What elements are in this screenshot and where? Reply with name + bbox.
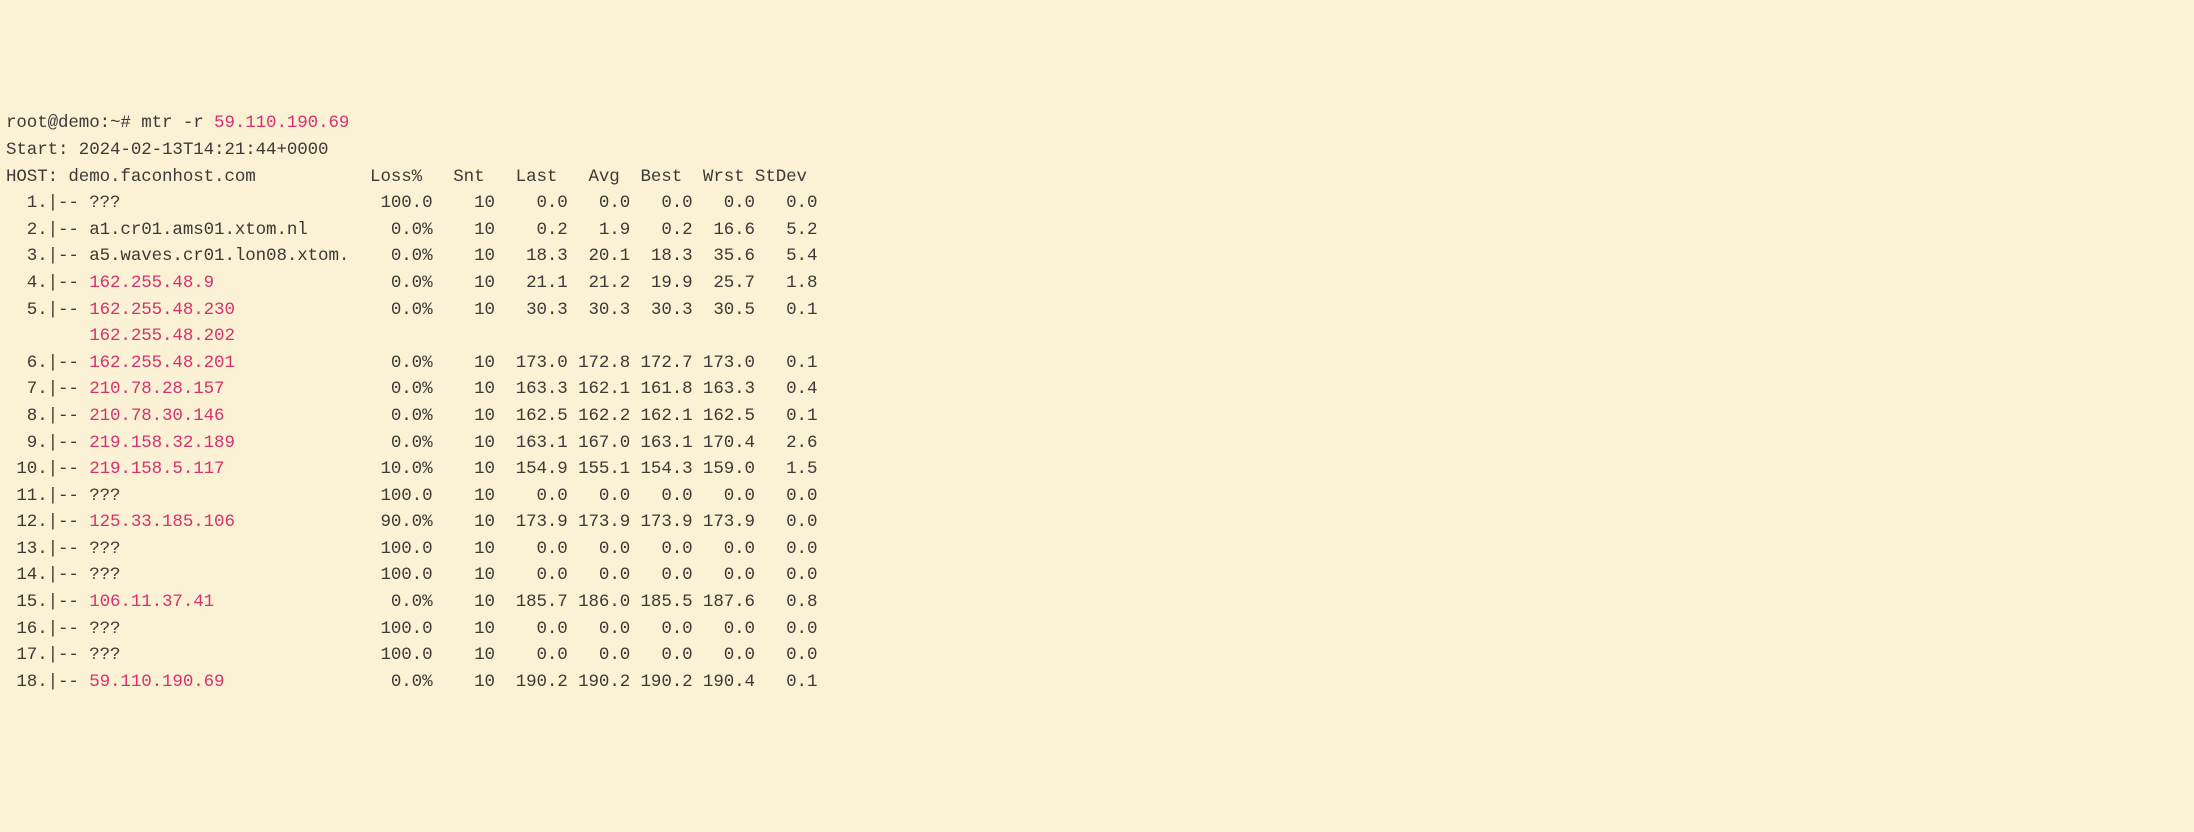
table-row: 7.|-- 210.78.28.157 0.0% 10 163.3 162.1 … xyxy=(6,376,2188,403)
table-row: 5.|-- 162.255.48.230 0.0% 10 30.3 30.3 3… xyxy=(6,297,2188,324)
hop-host-ip: 59.110.190.69 xyxy=(89,672,224,692)
hop-host-name: ??? xyxy=(89,193,120,213)
hop-host-ip: 162.255.48.230 xyxy=(89,300,235,320)
table-header: HOST: demo.faconhost.com Loss% Snt Last … xyxy=(6,164,2188,191)
hop-host-ip: 106.11.37.41 xyxy=(89,592,214,612)
table-row: 8.|-- 210.78.30.146 0.0% 10 162.5 162.2 … xyxy=(6,403,2188,430)
hop-host-ip: 219.158.5.117 xyxy=(89,459,224,479)
table-row: 6.|-- 162.255.48.201 0.0% 10 173.0 172.8… xyxy=(6,350,2188,377)
hop-host-ip: 162.255.48.201 xyxy=(89,353,235,373)
table-row: 16.|-- ??? 100.0 10 0.0 0.0 0.0 0.0 0.0 xyxy=(6,616,2188,643)
table-row: 1.|-- ??? 100.0 10 0.0 0.0 0.0 0.0 0.0 xyxy=(6,190,2188,217)
table-row: 13.|-- ??? 100.0 10 0.0 0.0 0.0 0.0 0.0 xyxy=(6,536,2188,563)
command-line: root@demo:~# mtr -r 59.110.190.69 xyxy=(6,110,2188,137)
hop-host-ip: 162.255.48.9 xyxy=(89,273,214,293)
hop-host-name: ??? xyxy=(89,486,120,506)
table-row: 14.|-- ??? 100.0 10 0.0 0.0 0.0 0.0 0.0 xyxy=(6,562,2188,589)
hop-host-name: a5.waves.cr01.lon08.xtom. xyxy=(89,246,349,266)
hop-host-name: ??? xyxy=(89,565,120,585)
hop-host-ip: 210.78.28.157 xyxy=(89,379,224,399)
prompt: root@demo:~# xyxy=(6,113,141,133)
command-text: mtr -r xyxy=(141,113,214,133)
hop-host-ip: 162.255.48.202 xyxy=(89,326,235,346)
terminal-output: root@demo:~# mtr -r 59.110.190.69Start: … xyxy=(6,110,2188,695)
start-time-line: Start: 2024-02-13T14:21:44+0000 xyxy=(6,137,2188,164)
table-row: 12.|-- 125.33.185.106 90.0% 10 173.9 173… xyxy=(6,509,2188,536)
table-row: 4.|-- 162.255.48.9 0.0% 10 21.1 21.2 19.… xyxy=(6,270,2188,297)
target-ip: 59.110.190.69 xyxy=(214,113,349,133)
hop-host-name: ??? xyxy=(89,619,120,639)
table-row: 11.|-- ??? 100.0 10 0.0 0.0 0.0 0.0 0.0 xyxy=(6,483,2188,510)
table-row: 9.|-- 219.158.32.189 0.0% 10 163.1 167.0… xyxy=(6,430,2188,457)
hop-host-name: ??? xyxy=(89,539,120,559)
hop-host-name: a1.cr01.ams01.xtom.nl xyxy=(89,220,307,240)
hop-host-ip: 125.33.185.106 xyxy=(89,512,235,532)
table-row: 10.|-- 219.158.5.117 10.0% 10 154.9 155.… xyxy=(6,456,2188,483)
table-row: 17.|-- ??? 100.0 10 0.0 0.0 0.0 0.0 0.0 xyxy=(6,642,2188,669)
table-row: 3.|-- a5.waves.cr01.lon08.xtom. 0.0% 10 … xyxy=(6,243,2188,270)
table-row-extra: 162.255.48.202 xyxy=(6,323,2188,350)
table-row: 15.|-- 106.11.37.41 0.0% 10 185.7 186.0 … xyxy=(6,589,2188,616)
hop-host-ip: 210.78.30.146 xyxy=(89,406,224,426)
hop-host-name: ??? xyxy=(89,645,120,665)
table-row: 18.|-- 59.110.190.69 0.0% 10 190.2 190.2… xyxy=(6,669,2188,696)
hop-host-ip: 219.158.32.189 xyxy=(89,433,235,453)
table-row: 2.|-- a1.cr01.ams01.xtom.nl 0.0% 10 0.2 … xyxy=(6,217,2188,244)
